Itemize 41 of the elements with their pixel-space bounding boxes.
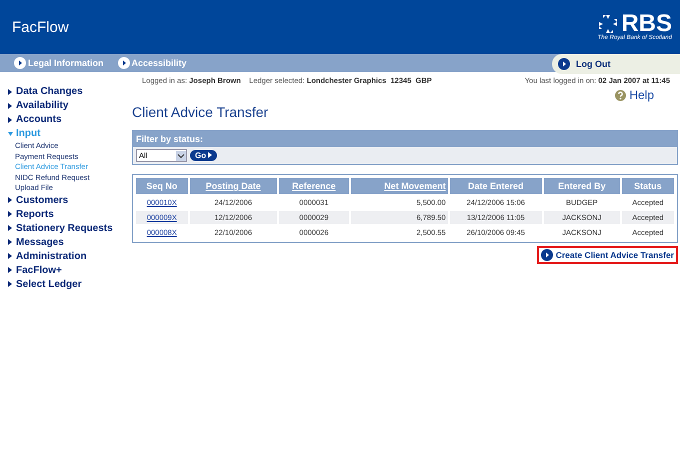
create-link[interactable]: Create Client Advice Transfer [536, 246, 678, 264]
triangle-icon [8, 211, 13, 217]
triangle-icon [8, 225, 13, 231]
arrow-circle-icon [14, 57, 26, 69]
triangle-icon [8, 281, 13, 287]
sidebar-item[interactable]: Customers [8, 194, 132, 206]
sidebar-item[interactable]: Select Ledger [8, 278, 132, 290]
triangle-icon [8, 130, 13, 136]
sidebar-item[interactable]: Messages [8, 236, 132, 248]
triangle-icon [8, 116, 13, 122]
filter-heading: Filter by status: [133, 131, 677, 147]
logout-button[interactable]: Log Out [552, 54, 680, 74]
triangle-icon [8, 267, 13, 273]
sidebar-item[interactable]: Data Changes [8, 85, 132, 98]
sidebar-item[interactable]: FacFlow+ [8, 264, 132, 276]
sidebar-item[interactable]: Availability [8, 99, 132, 112]
triangle-icon [8, 253, 13, 259]
column-header: Seq No [136, 178, 188, 194]
help-icon [615, 90, 626, 100]
sidebar-item[interactable]: Administration [8, 250, 132, 262]
column-header: Date Entered [450, 178, 542, 194]
sidebar-item[interactable]: Stationery Requests [8, 222, 132, 234]
help-link[interactable]: Help [615, 88, 654, 102]
triangle-icon [8, 239, 13, 245]
go-button[interactable]: Go [190, 150, 218, 161]
column-header: Status [622, 178, 674, 194]
sidebar-item[interactable]: Accounts [8, 113, 132, 126]
caret-icon [176, 150, 186, 160]
logo-icon [598, 14, 618, 34]
logo-text: RBS [621, 13, 672, 35]
page-title: Client Advice Transfer [132, 104, 270, 120]
triangle-icon [208, 152, 212, 158]
arrow-circle-icon [558, 58, 570, 70]
column-header: Entered By [544, 178, 620, 194]
arrow-circle-icon [540, 249, 553, 261]
triangle-icon [8, 88, 13, 94]
app-title: FacFlow [12, 18, 69, 36]
triangle-icon [8, 197, 13, 203]
sidebar-item[interactable]: Reports [8, 208, 132, 220]
arrow-circle-icon [118, 57, 130, 69]
triangle-icon [8, 102, 13, 108]
